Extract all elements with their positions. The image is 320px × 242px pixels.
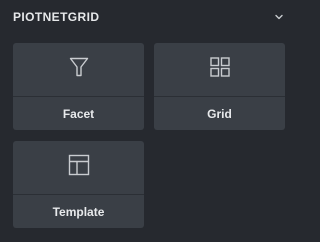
widget-category-panel: PIOTNETGRID Facet Grid Template: [0, 0, 300, 242]
widget-facet[interactable]: Facet: [13, 43, 144, 130]
category-header[interactable]: PIOTNETGRID: [0, 0, 300, 34]
widget-label: Facet: [62, 106, 95, 121]
widget-label: Template: [52, 204, 105, 219]
widget-template[interactable]: Template: [13, 141, 144, 228]
widget-label: Grid: [207, 106, 232, 121]
widget-grid[interactable]: Grid: [154, 43, 285, 130]
chevron-down-icon[interactable]: [272, 10, 286, 24]
template-layout-icon: [68, 154, 90, 181]
grid-icon: [209, 56, 231, 83]
category-title: PIOTNETGRID: [13, 10, 100, 24]
filter-icon: [68, 56, 90, 83]
